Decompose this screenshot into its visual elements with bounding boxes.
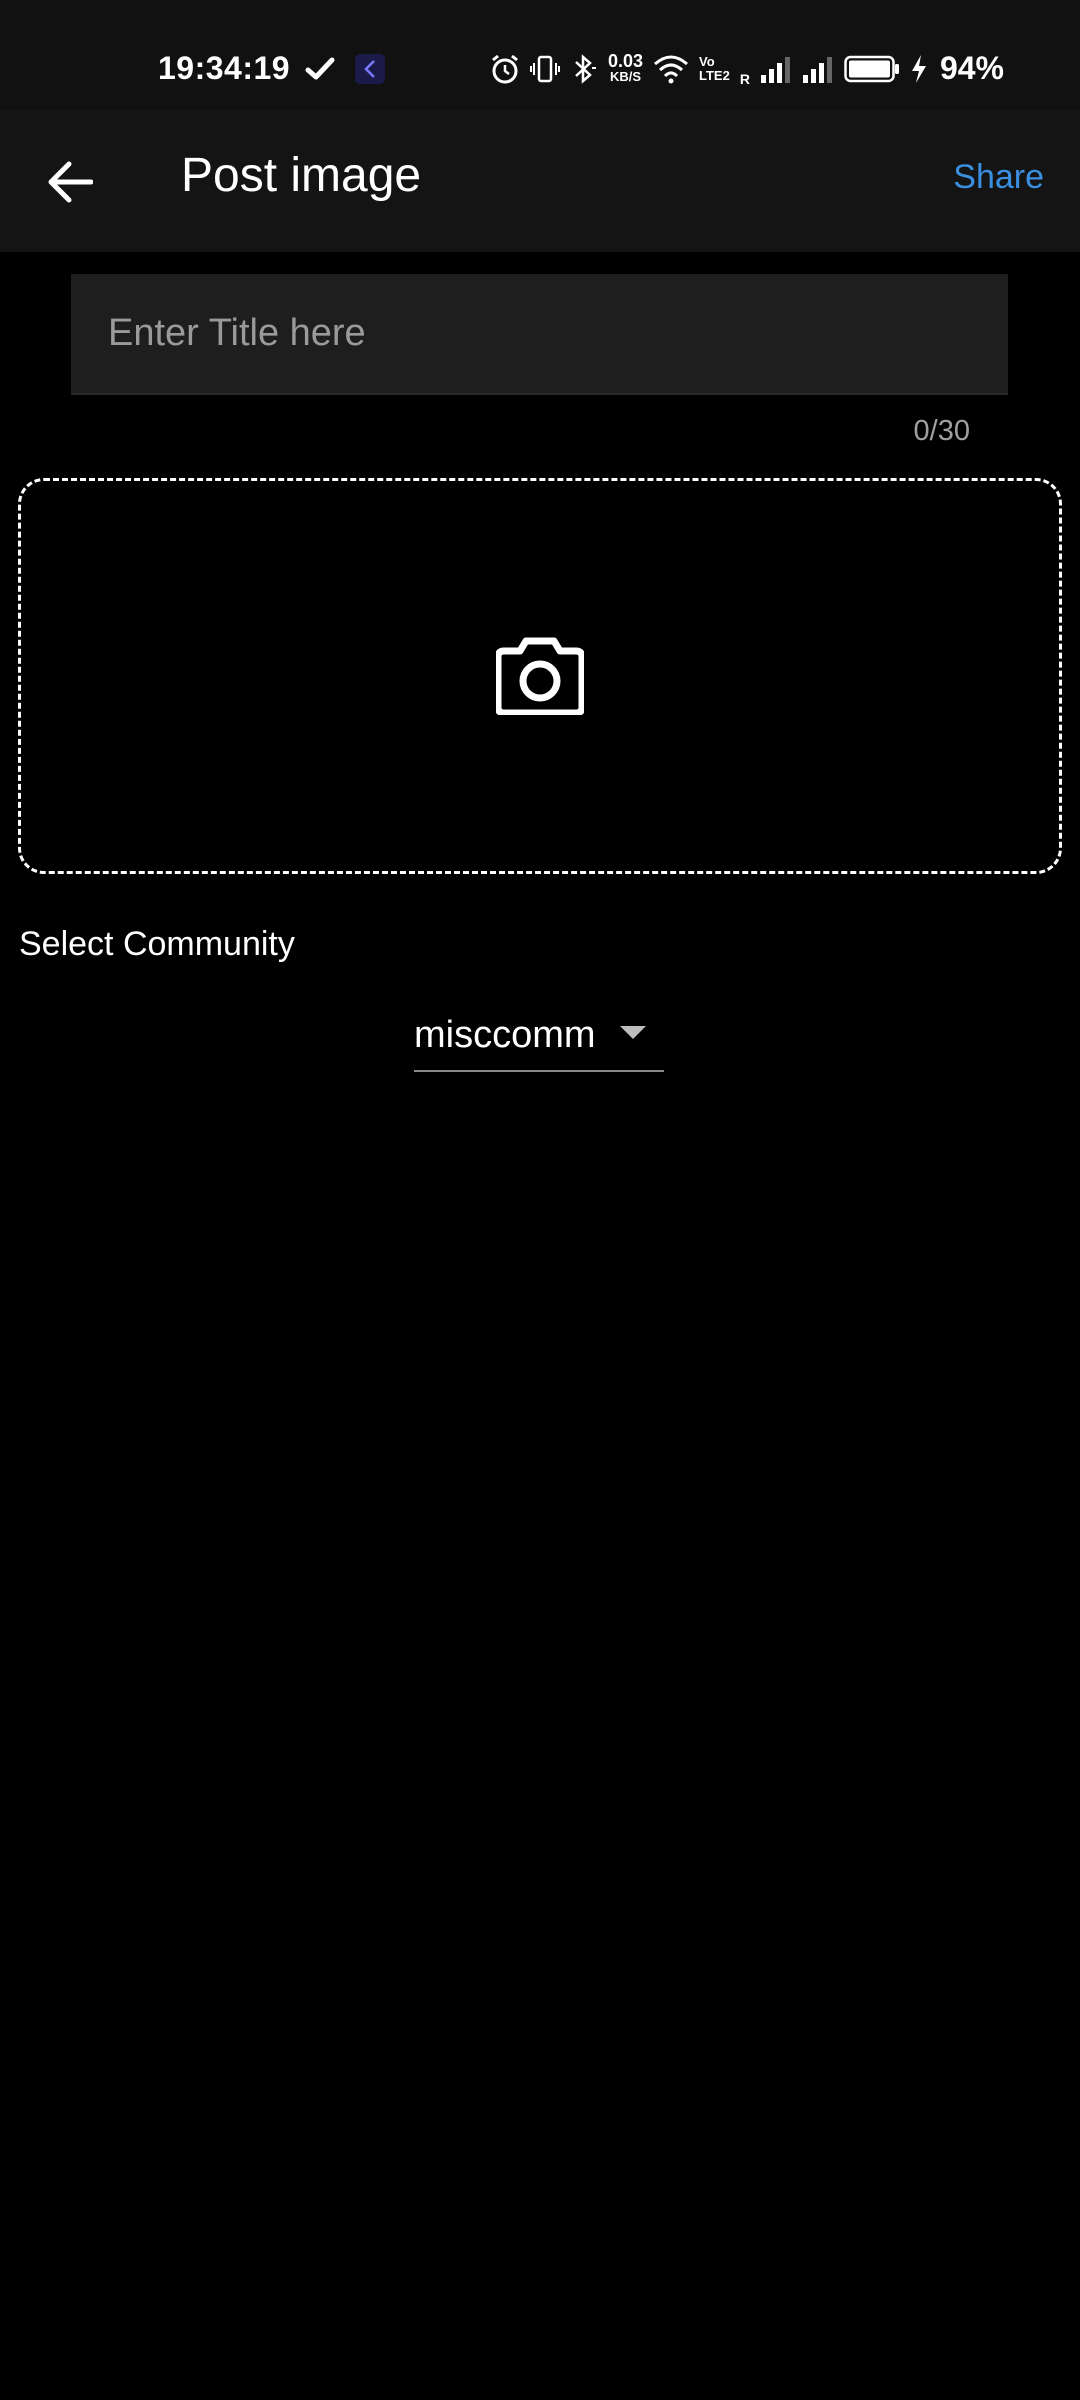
wifi-icon bbox=[653, 54, 689, 84]
status-bar: 19:34:19 0.03 KB/S Vo LTE2 R 94% bbox=[0, 0, 1080, 110]
app-notification-icon bbox=[355, 54, 385, 89]
camera-icon bbox=[496, 637, 584, 715]
volte-top: Vo bbox=[699, 53, 715, 69]
community-selected-value: misccomm bbox=[414, 1013, 596, 1056]
image-picker[interactable] bbox=[18, 478, 1062, 874]
network-speed-value: 0.03 bbox=[607, 50, 643, 71]
title-input-container bbox=[71, 274, 1008, 395]
back-button[interactable] bbox=[34, 146, 106, 218]
network-speed: 0.03 KB/S bbox=[607, 50, 643, 85]
volte-bottom: LTE2 bbox=[699, 67, 730, 83]
status-time: 19:34:19 bbox=[158, 50, 291, 86]
community-label: Select Community bbox=[19, 925, 295, 963]
title-char-count: 0/30 bbox=[913, 415, 970, 447]
title-input[interactable] bbox=[71, 274, 1008, 393]
volte-indicator: Vo LTE2 bbox=[699, 53, 730, 83]
app-bar: Post image Share bbox=[0, 110, 1080, 252]
battery-icon bbox=[844, 55, 900, 83]
bluetooth-icon bbox=[570, 53, 598, 84]
vibrate-icon bbox=[529, 54, 560, 84]
page-title: Post image bbox=[181, 149, 422, 202]
signal-sim2-icon bbox=[802, 55, 834, 83]
share-button[interactable]: Share bbox=[953, 158, 1044, 197]
alarm-icon bbox=[490, 53, 520, 85]
arrow-left-icon bbox=[48, 161, 93, 203]
charging-icon bbox=[910, 54, 928, 84]
dropdown-arrow-icon bbox=[620, 1026, 646, 1045]
check-icon bbox=[305, 56, 335, 87]
network-speed-unit: KB/S bbox=[609, 68, 641, 84]
battery-percent: 94% bbox=[939, 50, 1004, 86]
status-notification-icons bbox=[305, 54, 385, 89]
status-system-icons: 0.03 KB/S Vo LTE2 R 94% bbox=[490, 50, 1004, 87]
roaming-indicator: R bbox=[739, 71, 750, 87]
signal-sim1-icon bbox=[760, 55, 792, 83]
community-dropdown[interactable]: misccomm bbox=[414, 1000, 664, 1072]
